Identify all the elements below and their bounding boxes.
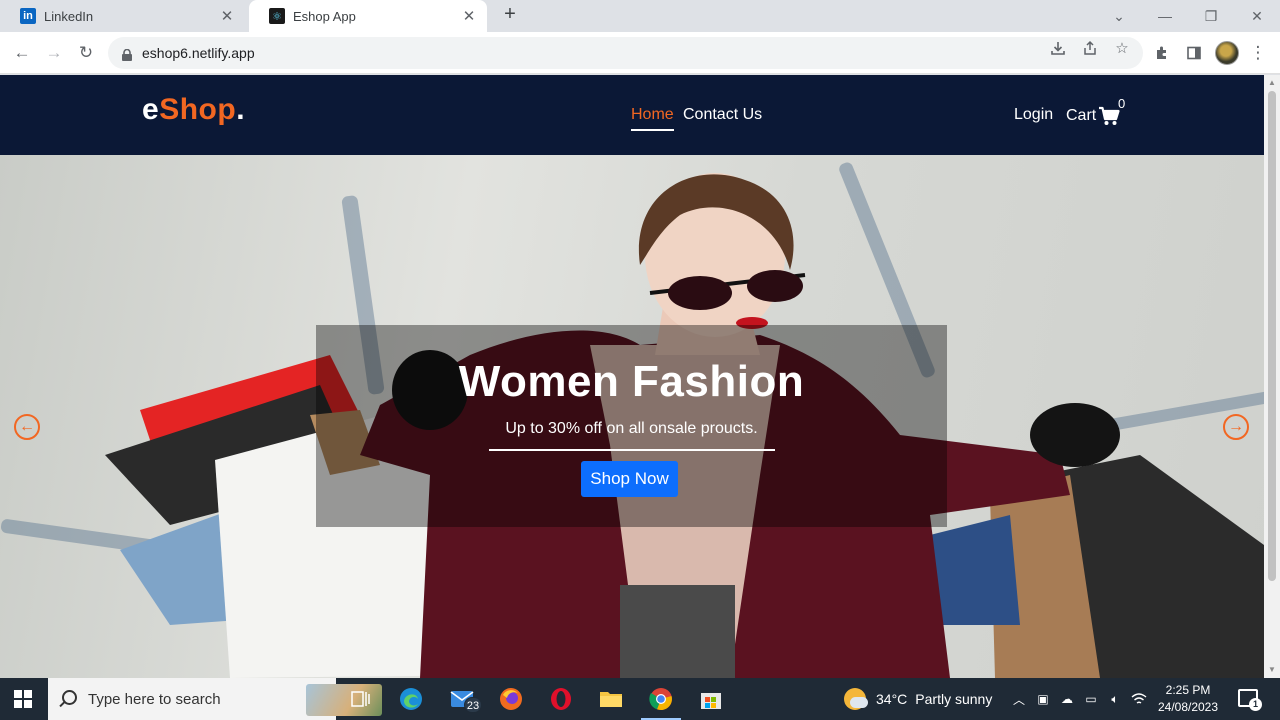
- edge-browser-icon[interactable]: [397, 685, 425, 713]
- bookmark-star-icon[interactable]: ☆: [1110, 36, 1134, 60]
- onedrive-cloud-icon[interactable]: ☁: [1058, 690, 1076, 708]
- battery-icon[interactable]: ▭: [1082, 690, 1100, 708]
- restore-icon[interactable]: ❐: [1188, 0, 1234, 32]
- clock-date: 24/08/2023: [1157, 700, 1219, 714]
- site-navbar: eShop. Home Contact Us Login Cart 0: [0, 75, 1264, 155]
- scroll-down-icon[interactable]: ▼: [1268, 666, 1276, 674]
- nav-home-link[interactable]: Home: [631, 106, 674, 131]
- react-icon: ⚛: [269, 8, 285, 24]
- slider-next-arrow-icon[interactable]: →: [1223, 414, 1249, 440]
- mail-unread-badge: 23: [464, 697, 482, 713]
- weather-temperature: 34°C: [876, 691, 908, 707]
- nav-cart-link[interactable]: Cart: [1066, 106, 1120, 126]
- new-tab-button[interactable]: +: [499, 4, 521, 26]
- partly-sunny-icon: [844, 688, 868, 710]
- install-icon[interactable]: [1046, 36, 1070, 60]
- page-viewport: eShop. Home Contact Us Login Cart 0 Wome…: [0, 75, 1264, 678]
- file-explorer-icon[interactable]: [597, 685, 625, 713]
- tab-linkedin[interactable]: in LinkedIn ✕: [0, 0, 245, 32]
- hero-caption: Women Fashion Up to 30% off on all onsal…: [316, 325, 947, 527]
- scroll-thumb[interactable]: [1268, 91, 1276, 581]
- scroll-up-icon[interactable]: ▲: [1268, 79, 1276, 87]
- extensions-icon[interactable]: [1150, 41, 1174, 65]
- firefox-icon[interactable]: [497, 685, 525, 713]
- url-text: eshop6.netlify.app: [142, 45, 255, 61]
- hero-slider: Women Fashion Up to 30% off on all onsal…: [0, 155, 1264, 678]
- show-hidden-icons-icon[interactable]: ︿: [1010, 690, 1028, 708]
- tab-strip: in LinkedIn ✕ ⚛ Eshop App ✕ + ⌄ — ❐ ✕: [0, 0, 1280, 32]
- profile-avatar[interactable]: [1215, 41, 1239, 65]
- tab-title: LinkedIn: [44, 8, 94, 24]
- chrome-icon[interactable]: [641, 685, 681, 720]
- clock-time: 2:25 PM: [1165, 683, 1211, 697]
- minimize-icon[interactable]: —: [1142, 0, 1188, 32]
- task-view-icon[interactable]: [347, 685, 375, 713]
- wifi-icon[interactable]: [1130, 690, 1148, 708]
- taskbar-search-input[interactable]: Type here to search: [48, 678, 382, 720]
- search-icon: [62, 690, 77, 705]
- close-icon[interactable]: ✕: [461, 7, 477, 25]
- window-close-icon[interactable]: ✕: [1234, 0, 1280, 32]
- close-icon[interactable]: ✕: [219, 7, 235, 25]
- shop-now-button[interactable]: Shop Now: [581, 461, 678, 497]
- page-scrollbar[interactable]: ▲ ▼: [1264, 75, 1280, 678]
- weather-widget[interactable]: 34°C Partly sunny: [844, 678, 992, 720]
- notification-count: 1: [1249, 698, 1262, 711]
- tab-eshop[interactable]: ⚛ Eshop App ✕: [249, 0, 487, 32]
- cart-label: Cart: [1066, 107, 1097, 124]
- site-logo[interactable]: eShop.: [142, 93, 245, 127]
- side-panel-icon[interactable]: [1182, 41, 1206, 65]
- system-clock[interactable]: 2:25 PM 24/08/2023: [1152, 682, 1224, 716]
- meet-now-icon[interactable]: ▣: [1034, 690, 1052, 708]
- cart-count-badge: 0: [1118, 96, 1126, 111]
- volume-icon[interactable]: 🔈︎: [1106, 690, 1124, 708]
- weather-description: Partly sunny: [915, 691, 993, 707]
- linkedin-icon: in: [20, 8, 36, 24]
- hero-subtitle: Up to 30% off on all onsale proucts.: [505, 420, 758, 437]
- address-bar[interactable]: eshop6.netlify.app: [108, 37, 1143, 69]
- reload-icon[interactable]: ↻: [74, 41, 98, 65]
- windows-start-icon[interactable]: [14, 690, 32, 708]
- nav-contact-link[interactable]: Contact Us: [683, 106, 762, 124]
- lock-icon: [122, 48, 132, 61]
- cart-icon: [1099, 106, 1120, 125]
- share-icon[interactable]: [1078, 36, 1102, 60]
- windows-taskbar: Type here to search 34°C Partly sunny ︿ …: [0, 678, 1280, 720]
- opera-icon[interactable]: [547, 685, 575, 713]
- microsoft-store-icon[interactable]: [697, 685, 725, 713]
- slider-prev-arrow-icon[interactable]: ←: [14, 414, 40, 440]
- menu-icon[interactable]: ⋮: [1246, 41, 1270, 65]
- forward-arrow-icon[interactable]: →: [42, 41, 66, 65]
- hero-divider: [489, 449, 775, 451]
- notification-center-icon[interactable]: 1: [1238, 689, 1262, 711]
- browser-toolbar: ← → ↻ eshop6.netlify.app ☆ ⋮: [0, 32, 1280, 74]
- search-placeholder: Type here to search: [88, 690, 221, 708]
- hero-title: Women Fashion: [458, 357, 805, 406]
- tab-title: Eshop App: [293, 8, 356, 24]
- nav-login-link[interactable]: Login: [1014, 106, 1053, 124]
- tab-search-icon[interactable]: ⌄: [1096, 0, 1142, 32]
- back-arrow-icon[interactable]: ←: [10, 41, 34, 65]
